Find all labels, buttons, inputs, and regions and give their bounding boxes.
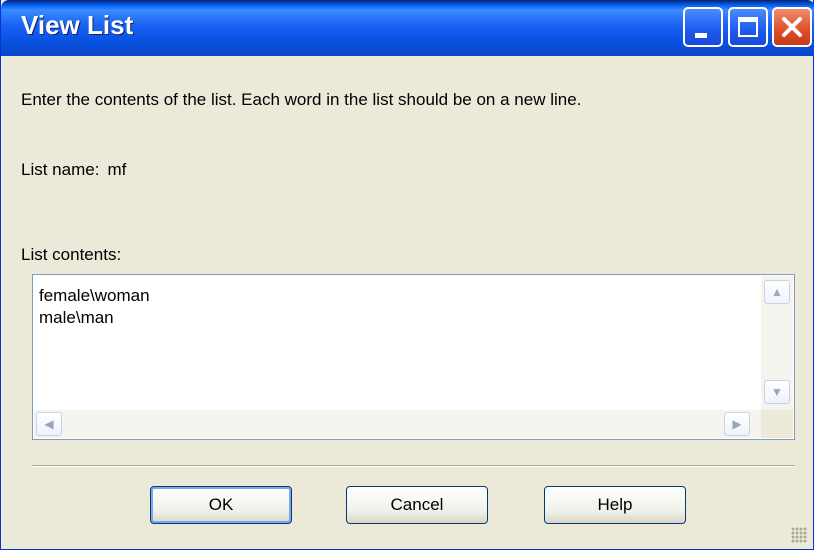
minimize-button[interactable] [683, 7, 723, 47]
list-contents-textarea[interactable]: female\woman male\man ▲ ▼ ◀ ▶ [32, 274, 795, 440]
chevron-down-icon: ▼ [771, 385, 783, 399]
list-name-value: mf [107, 160, 127, 179]
window-title: View List [21, 10, 134, 40]
title-bar[interactable]: View List [1, 0, 814, 56]
resize-grip-icon[interactable] [791, 527, 807, 543]
chevron-up-icon: ▲ [771, 285, 783, 299]
chevron-left-icon: ◀ [44, 417, 54, 431]
maximize-button[interactable] [728, 7, 768, 47]
close-button[interactable] [772, 7, 812, 47]
separator-line [32, 465, 795, 467]
list-name-row: List name: mf [21, 160, 126, 180]
scroll-down-button[interactable]: ▼ [764, 380, 790, 404]
instruction-text: Enter the contents of the list. Each wor… [21, 90, 582, 109]
vertical-scrollbar[interactable]: ▲ ▼ [761, 276, 793, 410]
close-icon [782, 17, 802, 37]
ok-button[interactable]: OK [150, 486, 292, 524]
horizontal-scrollbar[interactable]: ◀ ▶ [34, 410, 761, 438]
scroll-up-button[interactable]: ▲ [764, 280, 790, 304]
help-button[interactable]: Help [544, 486, 686, 524]
list-contents-text[interactable]: female\woman male\man [39, 285, 150, 329]
view-list-dialog: View List Enter the contents of the list… [0, 0, 814, 550]
cancel-button[interactable]: Cancel [346, 486, 488, 524]
minimize-icon [695, 33, 707, 38]
scroll-left-button[interactable]: ◀ [36, 412, 62, 436]
chevron-right-icon: ▶ [732, 417, 742, 431]
list-contents-label: List contents: [21, 245, 122, 264]
maximize-icon [738, 17, 758, 37]
list-name-label: List name: [21, 160, 100, 179]
scrollbar-corner [761, 410, 793, 438]
scroll-right-button[interactable]: ▶ [724, 412, 750, 436]
